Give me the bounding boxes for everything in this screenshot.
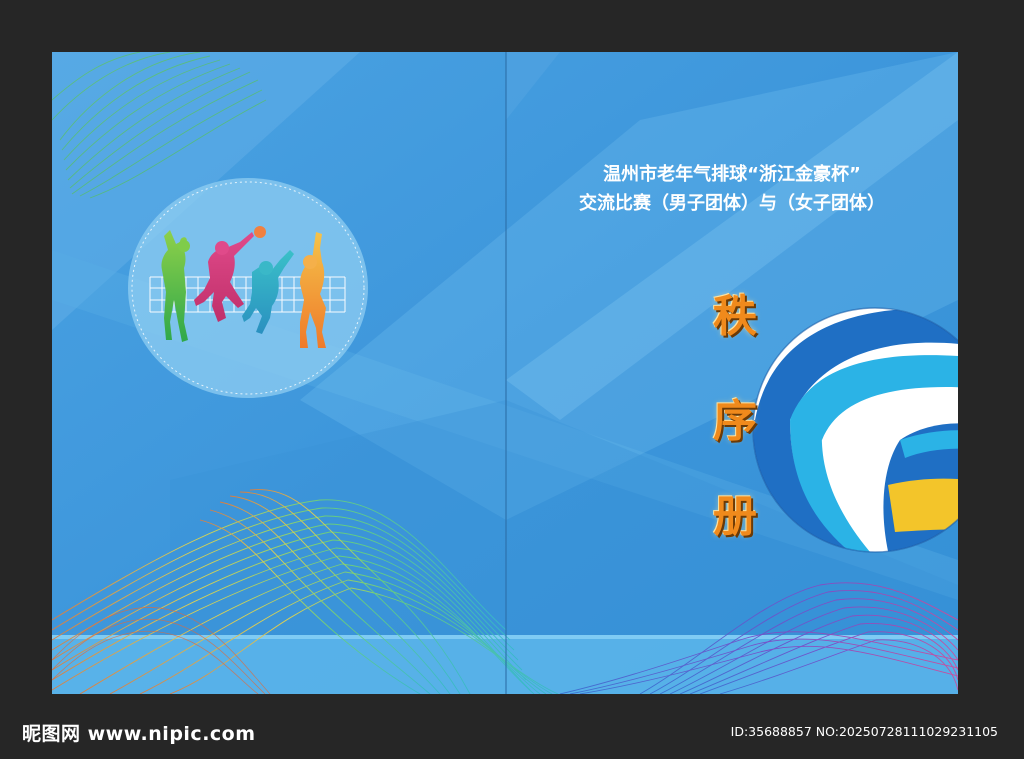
- event-title-line2: 交流比赛（男子团体）与（女子团体）: [579, 193, 885, 214]
- cover-artwork: [52, 52, 958, 694]
- heading-char-2: 序: [713, 396, 757, 447]
- heading-char-1: 秩: [713, 291, 757, 342]
- event-title-line1: 温州市老年气排球“浙江金豪杯”: [603, 164, 861, 185]
- watermark-site: 昵图网 www.nipic.com: [22, 723, 256, 745]
- watermark-id: ID:35688857 NO:20250728111029231105: [730, 724, 998, 739]
- volleyball-players-silhouette-icon: [149, 226, 346, 348]
- stage: 温州市老年气排球“浙江金豪杯” 交流比赛（男子团体）与（女子团体） 秩 序 册 …: [0, 0, 1024, 759]
- heading-char-3: 册: [713, 491, 757, 542]
